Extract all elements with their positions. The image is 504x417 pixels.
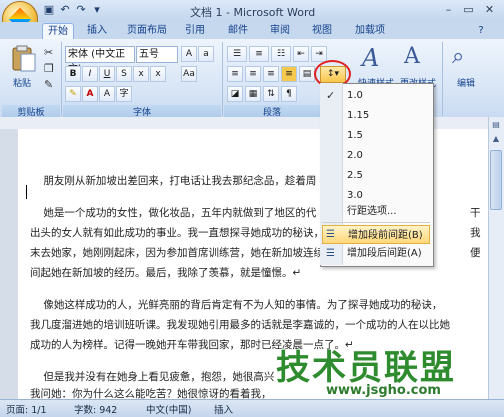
tab-add-ins[interactable]: 加载项 — [350, 23, 390, 39]
font-name-select[interactable]: 宋体 (中文正文) — [65, 46, 135, 75]
page-count[interactable]: 页面: 1/1 — [6, 402, 47, 416]
increase-indent-icon[interactable]: ⇥ — [311, 46, 327, 62]
shrink-font-icon[interactable]: a — [198, 46, 214, 62]
tab-mailings[interactable]: 邮件 — [224, 23, 252, 39]
distributed-icon[interactable]: ▤ — [299, 66, 315, 82]
tab-review[interactable]: 审阅 — [266, 23, 294, 39]
bold-icon[interactable]: B — [65, 66, 81, 82]
justify-icon[interactable]: ≡ — [281, 66, 297, 82]
menu-item-add-space-before[interactable]: 增加段前间距(B) — [322, 225, 430, 244]
doc-line-end: 干 — [470, 207, 481, 219]
paragraph-group-label: 段落 — [224, 105, 320, 118]
menu-item-add-space-after[interactable]: 增加段后间距(A) — [347, 244, 427, 263]
ruler-toggle-icon[interactable]: ▤ — [490, 120, 502, 132]
checkmark-icon: ✓ — [326, 89, 336, 102]
menu-item-spacing-1-15[interactable]: 1.15 — [347, 106, 427, 125]
group-divider — [442, 42, 443, 116]
doc-line-end: 便 — [470, 247, 481, 259]
editing-label[interactable]: 编辑 — [446, 76, 486, 89]
font-color-icon[interactable]: A — [82, 86, 98, 102]
customize-quick-access-icon[interactable]: ▾ — [90, 3, 104, 17]
insert-mode-status[interactable]: 插入 — [214, 402, 233, 416]
tab-references[interactable]: 引用 — [181, 23, 209, 39]
char-shading-icon[interactable]: A — [99, 86, 115, 102]
align-left-icon[interactable]: ≡ — [227, 66, 243, 82]
menu-item-spacing-2-5[interactable]: 2.5 — [347, 166, 427, 185]
subscript-icon[interactable]: x — [133, 66, 149, 82]
word-count[interactable]: 字数: 942 — [74, 402, 117, 416]
menu-item-spacing-2-0[interactable]: 2.0 — [347, 146, 427, 165]
space-before-icon: ☰ — [326, 229, 335, 240]
change-styles-icon[interactable]: A — [404, 44, 432, 74]
paste-label[interactable]: 粘贴 — [6, 76, 38, 89]
font-group-label: 字体 — [63, 105, 221, 118]
close-icon[interactable]: ✕ — [482, 2, 497, 17]
menu-separator — [322, 222, 430, 223]
highlight-icon[interactable]: ✎ — [65, 86, 81, 102]
group-divider — [61, 42, 62, 116]
menu-item-spacing-1-0[interactable]: 1.0 — [347, 86, 427, 105]
undo-icon[interactable]: ↶ — [58, 3, 72, 17]
tab-view[interactable]: 视图 — [308, 23, 336, 39]
group-divider — [222, 42, 223, 116]
watermark-url: www.jsgho.com — [326, 383, 441, 398]
underline-icon[interactable]: U — [99, 66, 115, 82]
enclose-char-icon[interactable]: 字 — [116, 86, 132, 102]
change-case-icon[interactable]: Aa — [181, 66, 197, 82]
doc-line-end: 我 — [470, 227, 481, 239]
scroll-up-icon[interactable]: ▲ — [490, 134, 502, 146]
tab-insert[interactable]: 插入 — [83, 23, 111, 39]
align-right-icon[interactable]: ≡ — [263, 66, 279, 82]
doc-line: 像她这样成功的人，光鲜亮丽的背后肯定有不为人知的事情。为了探寻她成功的秘诀， — [30, 299, 443, 311]
clipboard-group-label: 剪贴板 — [2, 105, 60, 118]
space-after-icon: ☰ — [326, 248, 335, 259]
format-painter-icon[interactable]: ✎ — [44, 78, 53, 91]
menu-item-spacing-options[interactable]: 行距选项... — [347, 202, 431, 221]
tab-home[interactable]: 开始 — [42, 23, 74, 40]
multilevel-list-icon[interactable]: ☷ — [271, 46, 291, 62]
show-marks-icon[interactable]: ¶ — [281, 86, 297, 102]
maximize-icon[interactable]: ▭ — [461, 2, 476, 17]
quick-styles-icon[interactable]: A — [362, 44, 390, 74]
bullets-icon[interactable]: ☰ — [227, 46, 247, 62]
scroll-thumb[interactable] — [490, 150, 502, 210]
borders-icon[interactable]: ▦ — [245, 86, 261, 102]
numbering-icon[interactable]: ≡ — [249, 46, 269, 62]
menu-item-spacing-1-5[interactable]: 1.5 — [347, 126, 427, 145]
superscript-icon[interactable]: x — [150, 66, 166, 82]
redo-icon[interactable]: ↷ — [74, 3, 88, 17]
shading-icon[interactable]: ◪ — [227, 86, 243, 102]
align-center-icon[interactable]: ≡ — [245, 66, 261, 82]
decrease-indent-icon[interactable]: ⇤ — [293, 46, 309, 62]
site-watermark: 技术员联盟 www.jsgho.com — [270, 340, 504, 399]
copy-icon[interactable]: ❐ — [44, 62, 54, 75]
watermark-title: 技术员联盟 — [276, 348, 456, 388]
strikethrough-icon[interactable]: S — [116, 66, 132, 82]
ribbon-tabs — [0, 22, 504, 39]
help-icon[interactable]: ? — [474, 23, 488, 39]
doc-line: 我几度溜进她的培训班听课。我发现她引用最多的话就是李嘉诚的，一个成功的人在以比她 — [30, 319, 450, 331]
text-cursor — [26, 185, 27, 199]
find-binoculars-icon[interactable]: ⌕ — [452, 44, 482, 74]
save-icon[interactable]: ▣ — [42, 3, 56, 17]
tab-page-layout[interactable]: 页面布局 — [122, 23, 172, 39]
font-size-select[interactable]: 五号 — [136, 46, 178, 63]
window-title: 文档 1 - Microsoft Word — [190, 6, 316, 19]
paste-icon[interactable] — [10, 44, 36, 74]
language-status[interactable]: 中文(中国) — [146, 402, 191, 416]
minimize-icon[interactable]: – — [441, 2, 456, 17]
italic-icon[interactable]: I — [82, 66, 98, 82]
grow-font-icon[interactable]: A — [181, 46, 197, 62]
sort-icon[interactable]: ⇅ — [263, 86, 279, 102]
cut-icon[interactable]: ✂ — [44, 46, 53, 59]
